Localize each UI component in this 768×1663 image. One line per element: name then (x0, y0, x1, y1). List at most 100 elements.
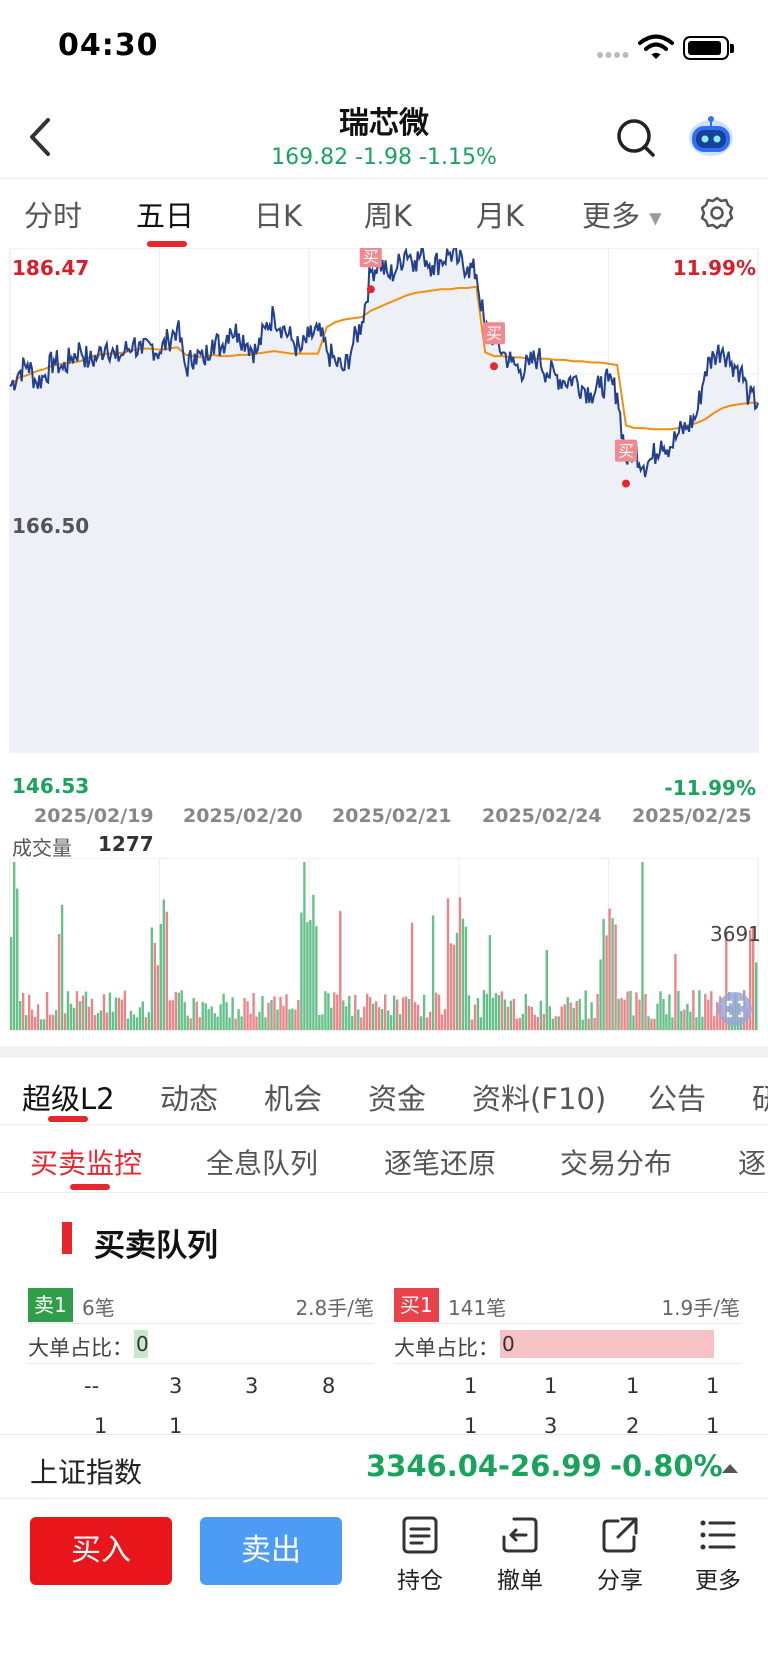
volume-bar (39, 1019, 43, 1030)
tab-news[interactable]: 动态 (160, 1076, 218, 1118)
volume-bar (60, 904, 64, 1030)
volume-bar (602, 919, 605, 1030)
sell-button[interactable]: 卖出 (200, 1517, 342, 1585)
menu-list-icon (700, 1520, 736, 1550)
buy-button[interactable]: 买入 (30, 1517, 172, 1585)
tab-more[interactable]: 更多 ▼ (582, 193, 662, 235)
volume-bar (189, 1018, 192, 1030)
volume-bar (108, 992, 112, 1030)
volume-value: 1277 (98, 832, 154, 856)
ai-assistant-robot-icon[interactable] (686, 114, 736, 158)
expand-up-icon[interactable] (720, 1461, 740, 1475)
volume-bar (503, 999, 507, 1030)
volume-bar (87, 1006, 91, 1030)
volume-bar (360, 1017, 363, 1030)
positions-button[interactable]: 持仓 (380, 1515, 460, 1595)
tab-opportunity[interactable]: 机会 (264, 1076, 322, 1118)
cancel-order-button[interactable]: 撤单 (480, 1515, 560, 1595)
battery-tip (730, 44, 734, 53)
fullscreen-expand-icon[interactable] (718, 992, 752, 1026)
tab-profile-f10[interactable]: 资料(F10) (472, 1076, 606, 1118)
volume-title: 成交量 (12, 836, 72, 860)
volume-bar (581, 1019, 584, 1030)
buy-large-ratio-value: 0 (500, 1330, 714, 1358)
volume-bar (273, 996, 276, 1030)
divider (0, 1124, 768, 1125)
sell-large-ratio-label: 大单占比： (28, 1336, 133, 1360)
volume-bar (75, 991, 79, 1030)
subtab-trade-distribution[interactable]: 交易分布 (560, 1142, 672, 1182)
volume-bar (372, 1003, 375, 1030)
volume-bar (318, 1015, 321, 1030)
search-icon[interactable] (614, 116, 658, 160)
volume-bar (443, 1009, 447, 1030)
volume-bar (114, 997, 118, 1030)
volume-bar (455, 932, 459, 1030)
volume-bar (339, 910, 342, 1030)
more-button[interactable]: 更多 (678, 1515, 758, 1595)
volume-bar (396, 999, 399, 1030)
volume-bar (13, 862, 16, 1030)
volume-bar (524, 994, 527, 1030)
buy-marker-label: 买 (618, 442, 634, 461)
sell-large-ratio-value: 0 (134, 1330, 149, 1358)
volume-bar (390, 1015, 393, 1030)
subtab-trade-monitor[interactable]: 买卖监控 (30, 1142, 142, 1182)
share-button[interactable]: 分享 (580, 1515, 660, 1595)
price-chart[interactable]: 买买买 (0, 248, 768, 805)
y-mid-label: 166.50 (12, 514, 90, 538)
volume-bar (590, 1002, 593, 1030)
volume-bar (198, 1017, 201, 1030)
volume-bar (291, 1008, 294, 1030)
volume-bar (321, 1014, 324, 1030)
volume-bar (440, 1014, 444, 1030)
volume-bar (204, 1003, 207, 1030)
volume-bar (342, 1000, 345, 1030)
volume-bar (192, 997, 195, 1030)
volume-bar (78, 1001, 82, 1030)
gear-icon[interactable] (700, 196, 734, 230)
volume-bar (512, 998, 516, 1030)
volume-bar (461, 918, 465, 1030)
queue-row: 1 1 1 1 (394, 1364, 740, 1404)
volume-bar (476, 998, 480, 1030)
volume-bar (491, 997, 495, 1030)
volume-bar (551, 1018, 554, 1030)
subtab-tick-restore[interactable]: 逐笔还原 (384, 1142, 496, 1182)
volume-bar (150, 927, 153, 1030)
subtab-tick[interactable]: 逐 (738, 1142, 766, 1182)
tab-daily-k[interactable]: 日K (254, 193, 302, 235)
subtab-full-queue[interactable]: 全息队列 (206, 1142, 318, 1182)
volume-bar (671, 1017, 674, 1030)
volume-bar (437, 994, 441, 1030)
tab-intraday[interactable]: 分时 (24, 193, 82, 235)
volume-bar (419, 1016, 423, 1030)
market-index-bar[interactable]: 上证指数 3346.04 -26.99 -0.80% (0, 1434, 768, 1498)
tab-weekly-k[interactable]: 周K (364, 193, 412, 235)
volume-bar (72, 1007, 76, 1030)
volume-bar (653, 1018, 656, 1030)
tab-five-day[interactable]: 五日 (136, 193, 194, 235)
index-name: 上证指数 (30, 1456, 143, 1489)
volume-bar (252, 993, 255, 1030)
tab-monthly-k[interactable]: 月K (476, 193, 524, 235)
tab-announcements[interactable]: 公告 (648, 1076, 706, 1118)
buy-large-ratio-label: 大单占比： (394, 1336, 499, 1360)
active-section-underline (48, 1116, 88, 1122)
volume-bar (674, 954, 677, 1030)
volume-bar (159, 924, 162, 1030)
tab-super-l2[interactable]: 超级L2 (22, 1076, 115, 1118)
volume-bar (662, 999, 665, 1030)
volume-chart[interactable] (0, 858, 768, 1034)
tab-research[interactable]: 研 (752, 1076, 768, 1118)
volume-bar (599, 959, 602, 1030)
volume-bar (54, 1010, 58, 1030)
tab-funds[interactable]: 资金 (368, 1076, 426, 1118)
volume-bar (156, 965, 159, 1030)
sell-queue-panel: 卖1 6笔 2.8手/笔 大单占比： 0 -- 3 3 8 1 1 (28, 1286, 374, 1444)
volume-bar (57, 934, 61, 1030)
volume-bar (641, 862, 644, 1030)
volume-bar (261, 996, 264, 1030)
volume-bar (482, 990, 486, 1030)
volume-bar (324, 991, 327, 1030)
